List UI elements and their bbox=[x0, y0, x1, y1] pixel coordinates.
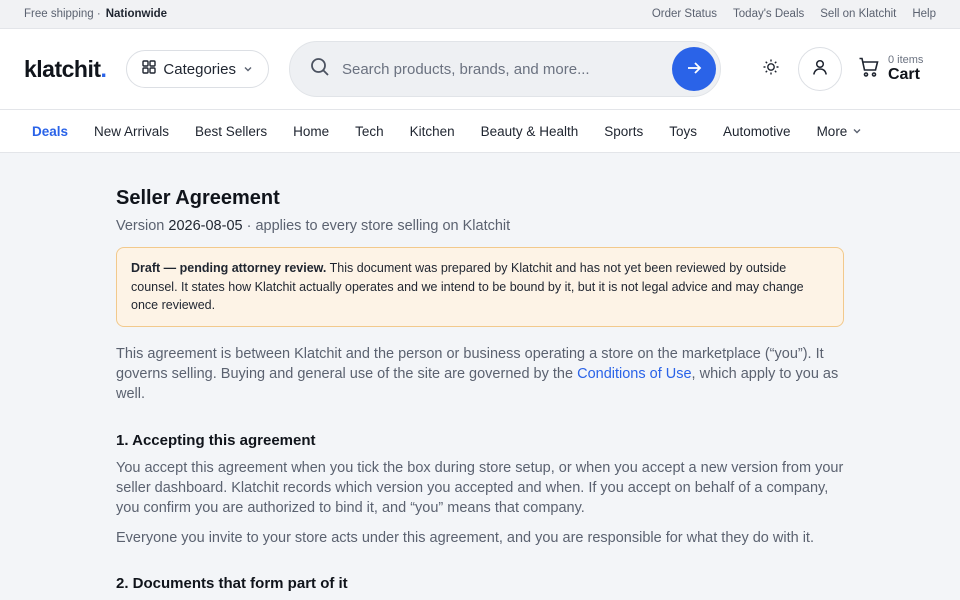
version-suffix: · applies to every store selling on Klat… bbox=[246, 218, 511, 234]
shipping-notice: Free shipping · Nationwide bbox=[24, 8, 167, 20]
link-help[interactable]: Help bbox=[912, 8, 936, 20]
nav-item-tech[interactable]: Tech bbox=[355, 124, 384, 139]
top-links: Order Status Today's Deals Sell on Klatc… bbox=[652, 8, 936, 20]
conditions-of-use-link[interactable]: Conditions of Use bbox=[577, 366, 691, 382]
logo-dot: . bbox=[100, 55, 107, 82]
draft-notice-title: Draft — pending attorney review. bbox=[131, 261, 327, 275]
section-1-heading: 1. Accepting this agreement bbox=[116, 431, 316, 449]
sun-icon bbox=[762, 58, 780, 81]
categories-label: Categories bbox=[163, 60, 236, 78]
nav-item-beauty-health[interactable]: Beauty & Health bbox=[481, 124, 579, 139]
link-order-status[interactable]: Order Status bbox=[652, 8, 717, 20]
link-sell-on-klatchit[interactable]: Sell on Klatchit bbox=[820, 8, 896, 20]
version-prefix: Version bbox=[116, 218, 165, 234]
theme-toggle-button[interactable] bbox=[751, 49, 791, 89]
draft-notice: Draft — pending attorney review. This do… bbox=[116, 247, 844, 327]
top-bar: Free shipping · Nationwide Order Status … bbox=[0, 0, 960, 29]
search-input[interactable] bbox=[341, 60, 672, 78]
cart-label: Cart bbox=[887, 66, 920, 83]
nav-item-new-arrivals[interactable]: New Arrivals bbox=[94, 124, 169, 139]
arrow-right-icon bbox=[685, 59, 703, 80]
cart-text: 0 items Cart bbox=[888, 54, 923, 84]
search-icon bbox=[310, 57, 330, 82]
cart-count: 0 items bbox=[887, 54, 924, 66]
intro-paragraph: This agreement is between Klatchit and t… bbox=[116, 344, 844, 404]
chevron-down-icon bbox=[243, 61, 253, 78]
nav-item-automotive[interactable]: Automotive bbox=[723, 124, 791, 139]
logo[interactable]: klatchit. bbox=[24, 55, 107, 83]
link-todays-deals[interactable]: Today's Deals bbox=[733, 8, 804, 20]
page-title: Seller Agreement bbox=[116, 187, 280, 209]
nav-item-sports[interactable]: Sports bbox=[604, 124, 643, 139]
version-value: 2026-08-05 bbox=[168, 218, 243, 234]
nav-item-best-sellers[interactable]: Best Sellers bbox=[195, 124, 267, 139]
nav-item-deals[interactable]: Deals bbox=[32, 124, 68, 139]
shipping-value: Nationwide bbox=[105, 8, 168, 20]
account-button[interactable] bbox=[797, 47, 842, 91]
agreement-document: Seller Agreement Version 2026-08-05 · ap… bbox=[0, 153, 844, 592]
categories-button[interactable]: Categories bbox=[126, 50, 269, 88]
section-1-paragraph-1: You accept this agreement when you tick … bbox=[116, 459, 844, 516]
cart-icon bbox=[858, 56, 880, 83]
more-label: More bbox=[816, 123, 848, 139]
shipping-label: Free shipping · bbox=[24, 8, 101, 20]
header: klatchit. Categories Search products, br… bbox=[0, 29, 960, 110]
version-line: Version 2026-08-05 · applies to every st… bbox=[116, 218, 844, 234]
nav-more-button[interactable]: More bbox=[817, 124, 863, 139]
section-1-paragraph-2: Everyone you invite to your store acts u… bbox=[116, 529, 814, 546]
logo-text: klatchit bbox=[24, 55, 101, 82]
user-icon bbox=[811, 58, 829, 81]
grid-icon bbox=[142, 60, 157, 78]
cart-button[interactable]: 0 items Cart bbox=[858, 54, 923, 84]
search-bar bbox=[288, 41, 721, 97]
nav-item-home[interactable]: Home bbox=[293, 124, 329, 139]
nav-item-kitchen[interactable]: Kitchen bbox=[410, 124, 455, 139]
category-nav: Deals New Arrivals Best Sellers Home Tec… bbox=[0, 110, 960, 153]
chevron-down-icon bbox=[852, 124, 862, 139]
search-submit-button[interactable] bbox=[671, 47, 716, 91]
section-2-heading: 2. Documents that form part of it bbox=[116, 574, 348, 592]
nav-item-toys[interactable]: Toys bbox=[669, 124, 697, 139]
